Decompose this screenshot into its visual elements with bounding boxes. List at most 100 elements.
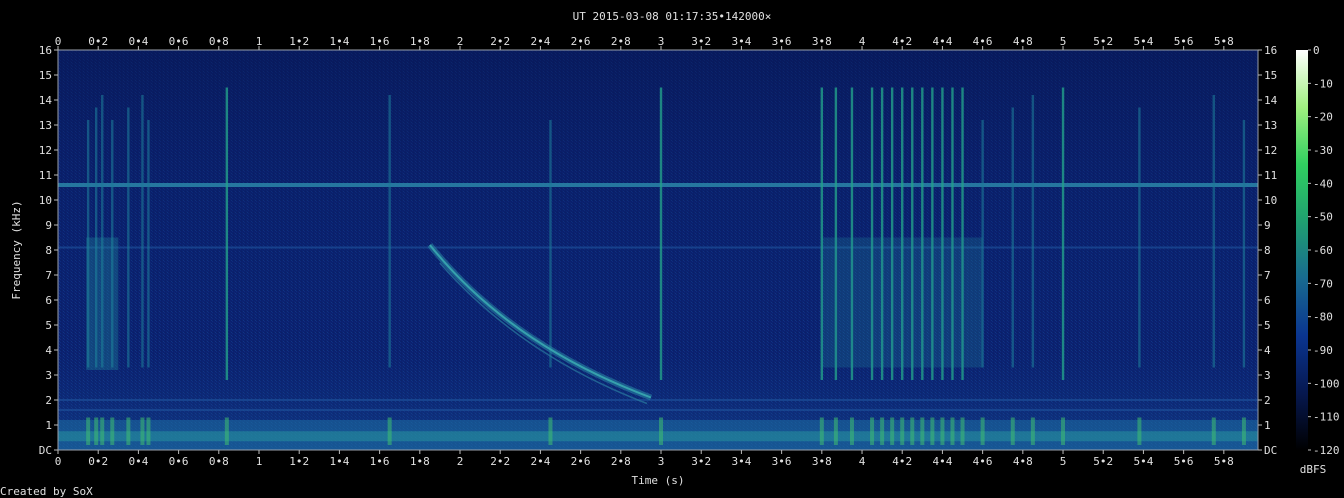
x-tick-label-bottom: 0•6	[169, 455, 189, 468]
impulse-blip	[140, 417, 145, 445]
impulse-blip	[930, 417, 935, 445]
y-tick-label-right: 5	[1264, 319, 1271, 332]
x-tick-label-bottom: 4	[859, 455, 866, 468]
x-tick-label-top: 2•4	[530, 35, 550, 48]
impulse-blip	[1137, 417, 1142, 445]
impulse-streak	[549, 120, 552, 368]
y-ticks-left: DC12345678910111213141516	[39, 44, 58, 457]
x-tick-label-top: 2	[457, 35, 464, 48]
x-tick-label-top: 3	[658, 35, 665, 48]
x-tick-label-top: 4	[859, 35, 866, 48]
y-tick-label-left: 4	[45, 344, 52, 357]
x-tick-label-bottom: 1•6	[370, 455, 390, 468]
y-tick-label-left: 16	[39, 44, 52, 57]
x-tick-label-bottom: 5•4	[1133, 455, 1153, 468]
impulse-streak	[388, 95, 391, 368]
x-tick-label-top: 3•6	[772, 35, 792, 48]
y-tick-label-right: 11	[1264, 169, 1277, 182]
x-tick-label-top: 1•8	[410, 35, 430, 48]
impulse-streak	[225, 87, 229, 380]
x-tick-label-bottom: 1•2	[289, 455, 309, 468]
colorbar-tick-label: -30	[1313, 144, 1333, 157]
impulse-blip	[833, 417, 838, 445]
impulse-blip	[910, 417, 915, 445]
x-tick-label-bottom: 0•8	[209, 455, 229, 468]
y-axis-label: Frequency (kHz)	[10, 200, 23, 299]
impulse-streak	[1212, 95, 1215, 368]
x-tick-label-bottom: 0	[55, 455, 62, 468]
impulse-streak	[141, 95, 144, 368]
x-tick-label-top: 5•4	[1133, 35, 1153, 48]
impulse-blip	[950, 417, 955, 445]
x-tick-label-top: 0	[55, 35, 62, 48]
colorbar-tick-label: -90	[1313, 344, 1333, 357]
colorbar-gradient	[1296, 50, 1308, 450]
impulse-blip	[110, 417, 115, 445]
y-tick-label-right: 1	[1264, 419, 1271, 432]
x-tick-label-bottom: 1•4	[329, 455, 349, 468]
x-tick-label-top: 5•8	[1214, 35, 1234, 48]
colorbar-tick-label: -100	[1313, 377, 1340, 390]
x-tick-label-top: 5	[1060, 35, 1067, 48]
x-tick-label-top: 0•4	[128, 35, 148, 48]
y-tick-label-right: 6	[1264, 294, 1271, 307]
y-tick-label-right: 9	[1264, 219, 1271, 232]
x-tick-label-top: 5•6	[1174, 35, 1194, 48]
x-tick-label-top: 4•6	[973, 35, 993, 48]
x-tick-label-top: 2•6	[571, 35, 591, 48]
x-tick-label-top: 3•4	[731, 35, 751, 48]
impulse-blip	[100, 417, 105, 445]
y-tick-label-left: 9	[45, 219, 52, 232]
y-tick-label-right: 12	[1264, 144, 1277, 157]
x-tick-label-top: 4•4	[932, 35, 952, 48]
y-tick-label-right: 4	[1264, 344, 1271, 357]
x-tick-label-bottom: 1•8	[410, 455, 430, 468]
x-ticks-top: 0 0•2 0•4 0•6 0•8 1 1•2 1•4 1•6 1•8 2 2•2 2•4 2•6 2•8 3…	[55, 35, 1234, 50]
x-tick-label-top: 4•2	[892, 35, 912, 48]
x-axis-label: Time (s)	[632, 474, 685, 487]
chart-title: UT 2015-03-08 01:17:35•142000×	[573, 10, 772, 23]
x-ticks-bottom: 0 0•2 0•4 0•6 0•8 1 1•2 1•4 1•6 1•8 2 2•2 2•4 2•6 2•8 3…	[55, 450, 1234, 468]
y-tick-label-left: 13	[39, 119, 52, 132]
impulse-streak	[659, 87, 663, 380]
x-tick-label-bottom: 0•2	[88, 455, 108, 468]
colorbar: 0 -10 -20 -30 -40 -50 -60 -70 -80 -90 -100 -110 -120	[1296, 44, 1340, 457]
x-tick-label-top: 3•2	[691, 35, 711, 48]
x-tick-label-bottom: 4•8	[1013, 455, 1033, 468]
y-tick-label-left: 14	[39, 94, 53, 107]
colorbar-tick-label: -10	[1313, 77, 1333, 90]
x-tick-label-bottom: 2•6	[571, 455, 591, 468]
x-tick-label-bottom: 2	[457, 455, 464, 468]
plot-area	[57, 49, 1259, 451]
impulse-streak	[1242, 120, 1246, 368]
impulse-streak	[1011, 107, 1014, 368]
y-tick-label-right: 10	[1264, 194, 1277, 207]
y-tick-label-left: DC	[39, 444, 52, 457]
colorbar-tick-label: -20	[1313, 111, 1333, 124]
x-tick-label-top: 1•2	[289, 35, 309, 48]
y-tick-label-left: 2	[45, 394, 52, 407]
low-band-core	[58, 431, 1258, 442]
x-tick-label-top: 0•8	[209, 35, 229, 48]
impulse-blip	[940, 417, 945, 445]
impulse-blip	[980, 417, 985, 445]
y-tick-label-right: 16	[1264, 44, 1277, 57]
impulse-blip	[819, 417, 824, 445]
impulse-streak	[1031, 95, 1035, 368]
y-tick-label-left: 5	[45, 319, 52, 332]
impulse-blip	[890, 417, 895, 445]
impulse-blip	[1010, 417, 1015, 445]
y-ticks-right: DC12345678910111213141516	[1258, 44, 1278, 457]
x-tick-label-bottom: 5	[1060, 455, 1067, 468]
x-tick-label-bottom: 5•8	[1214, 455, 1234, 468]
x-tick-label-top: 3•8	[812, 35, 832, 48]
impulse-blip	[126, 417, 131, 445]
x-tick-label-top: 2•8	[611, 35, 631, 48]
y-tick-label-right: DC	[1264, 444, 1277, 457]
x-tick-label-top: 5•2	[1093, 35, 1113, 48]
x-tick-label-bottom: 2•4	[530, 455, 550, 468]
impulse-blip	[659, 417, 664, 445]
impulse-blip	[146, 417, 151, 445]
x-tick-label-bottom: 3	[658, 455, 665, 468]
colorbar-label: dBFS	[1300, 463, 1327, 476]
